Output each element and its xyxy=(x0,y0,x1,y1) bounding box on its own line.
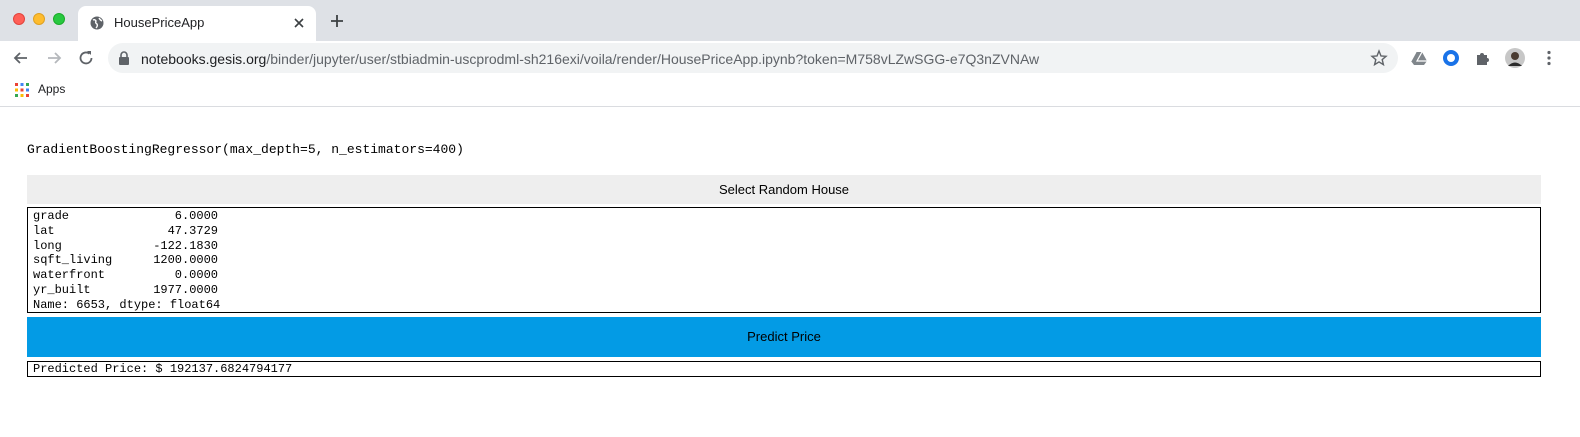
back-icon[interactable] xyxy=(11,48,31,68)
feature-name: long xyxy=(33,238,62,253)
apps-bookmark[interactable]: Apps xyxy=(38,82,65,96)
predict-price-button[interactable]: Predict Price xyxy=(27,317,1541,357)
feature-value: 47.3729 xyxy=(167,223,218,238)
url-host: notebooks.gesis.org xyxy=(141,51,267,67)
close-window-button[interactable] xyxy=(13,13,25,25)
url-text[interactable]: notebooks.gesis.org/binder/jupyter/user/… xyxy=(141,51,1039,67)
avatar[interactable] xyxy=(1505,48,1525,68)
house-footer: Name: 6653, dtype: float64 xyxy=(33,297,221,312)
feature-name: lat xyxy=(33,223,55,238)
apps-grid-icon[interactable] xyxy=(15,83,29,97)
feature-value: 0.0000 xyxy=(174,268,218,283)
browser-tab[interactable]: HousePriceApp xyxy=(78,6,316,41)
tab-strip: HousePriceApp xyxy=(0,0,1580,41)
feature-name: grade xyxy=(33,209,70,223)
close-icon[interactable] xyxy=(290,14,308,32)
feature-name: waterfront xyxy=(33,268,106,283)
house-row: waterfront 0.0000 xyxy=(33,268,1535,283)
reload-icon[interactable] xyxy=(76,48,96,68)
extension-icon[interactable] xyxy=(1442,49,1460,67)
feature-value: 1200.0000 xyxy=(153,253,218,268)
select-random-house-button[interactable]: Select Random House xyxy=(27,175,1541,204)
menu-icon[interactable] xyxy=(1540,49,1558,67)
maximize-window-button[interactable] xyxy=(53,13,65,25)
house-row: sqft_living 1200.0000 xyxy=(33,253,1535,268)
feature-value: 6.0000 xyxy=(174,209,218,223)
model-output: GradientBoostingRegressor(max_depth=5, n… xyxy=(27,142,464,157)
lock-icon[interactable] xyxy=(118,51,130,65)
predicted-price-output: Predicted Price: $ 192137.6824794177 xyxy=(27,361,1541,377)
house-row: yr_built 1977.0000 xyxy=(33,283,1535,298)
forward-icon[interactable] xyxy=(44,48,64,68)
page-content: GradientBoostingRegressor(max_depth=5, n… xyxy=(0,108,1580,437)
drive-icon[interactable] xyxy=(1410,49,1428,67)
feature-value: 1977.0000 xyxy=(153,282,218,297)
house-row: lat 47.3729 xyxy=(33,224,1535,239)
feature-name: yr_built xyxy=(33,282,91,297)
house-output: grade 6.0000 lat 47.3729 long -122.1830 sqf… xyxy=(27,207,1541,313)
globe-icon xyxy=(90,16,104,30)
feature-name: sqft_living xyxy=(33,253,113,268)
puzzle-icon[interactable] xyxy=(1474,49,1492,67)
star-icon[interactable] xyxy=(1370,49,1388,67)
bookmarks-bar: Apps xyxy=(0,75,1580,107)
house-row: long -122.1830 xyxy=(33,239,1535,254)
house-row: grade 6.0000 xyxy=(33,209,1535,224)
minimize-window-button[interactable] xyxy=(33,13,45,25)
tab-title: HousePriceApp xyxy=(114,15,205,30)
browser-toolbar: notebooks.gesis.org/binder/jupyter/user/… xyxy=(0,41,1580,75)
plus-icon[interactable] xyxy=(328,12,346,30)
feature-value: -122.1830 xyxy=(153,238,218,253)
url-path: /binder/jupyter/user/stbiadmin-uscprodml… xyxy=(266,51,1040,67)
address-bar[interactable]: notebooks.gesis.org/binder/jupyter/user/… xyxy=(108,43,1398,73)
